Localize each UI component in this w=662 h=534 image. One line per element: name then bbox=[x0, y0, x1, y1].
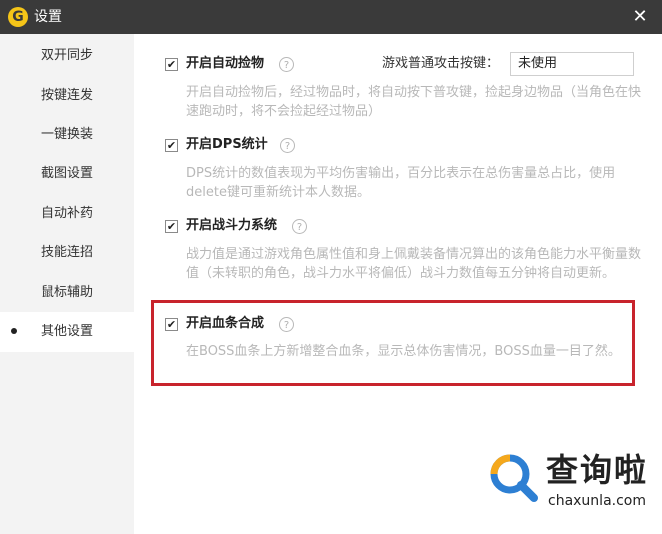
sidebar-item-label: 一键换装 bbox=[41, 127, 94, 142]
sidebar-item-label: 鼠标辅助 bbox=[41, 285, 94, 300]
combat-power-checkbox[interactable]: ✔ bbox=[165, 220, 178, 233]
window-title: 设置 bbox=[34, 9, 62, 25]
section-description: 开启自动捡物后，经过物品时，将自动按下普攻键，捡起身边物品（当角色在快速跑动时，… bbox=[186, 85, 642, 119]
section-description: 战力值是通过游戏角色属性值和身上佩戴装备情况算出的该角色能力水平衡量数值（未转职… bbox=[186, 247, 642, 281]
sidebar-item-screenshot[interactable]: 截图设置 bbox=[0, 154, 134, 193]
sidebar-item-dual-sync[interactable]: 双开同步 bbox=[0, 36, 134, 75]
attack-key-input[interactable]: 未使用 bbox=[510, 52, 634, 76]
section-title: 开启DPS统计 bbox=[186, 137, 268, 152]
active-dot-icon bbox=[11, 328, 17, 334]
watermark-logo: 查询啦 chaxunla.com bbox=[488, 448, 648, 518]
close-icon[interactable]: ✕ bbox=[630, 7, 650, 27]
highlight-box bbox=[151, 300, 635, 386]
help-icon[interactable]: ? bbox=[292, 219, 307, 234]
sidebar-item-label: 技能连招 bbox=[41, 245, 94, 260]
help-icon[interactable]: ? bbox=[280, 138, 295, 153]
sidebar: 双开同步 按键连发 一键换装 截图设置 自动补药 技能连招 鼠标辅助 其他设置 bbox=[0, 34, 134, 534]
sidebar-item-equip-swap[interactable]: 一键换装 bbox=[0, 115, 134, 154]
sidebar-item-label: 其他设置 bbox=[41, 324, 94, 339]
sidebar-item-auto-potion[interactable]: 自动补药 bbox=[0, 194, 134, 233]
watermark-text-cn: 查询啦 bbox=[546, 451, 649, 489]
help-icon[interactable]: ? bbox=[279, 57, 294, 72]
auto-pickup-checkbox[interactable]: ✔ bbox=[165, 58, 178, 71]
magnifier-logo-icon bbox=[490, 454, 538, 502]
sidebar-item-label: 截图设置 bbox=[41, 166, 94, 181]
dps-checkbox[interactable]: ✔ bbox=[165, 139, 178, 152]
attack-key-label: 游戏普通攻击按键： bbox=[382, 56, 500, 71]
sidebar-item-label: 双开同步 bbox=[41, 48, 94, 63]
title-bar: G 设置 ✕ bbox=[0, 0, 662, 34]
section-description: DPS统计的数值表现为平均伤害输出，百分比表示在总伤害量总占比，使用delete… bbox=[186, 166, 616, 200]
watermark-text-en: chaxunla.com bbox=[548, 493, 646, 509]
sidebar-item-key-repeat[interactable]: 按键连发 bbox=[0, 76, 134, 115]
sidebar-item-label: 按键连发 bbox=[41, 88, 94, 103]
section-title: 开启战斗力系统 bbox=[186, 218, 278, 233]
sidebar-item-mouse-assist[interactable]: 鼠标辅助 bbox=[0, 273, 134, 312]
sidebar-item-label: 自动补药 bbox=[41, 206, 94, 221]
section-title: 开启自动捡物 bbox=[186, 56, 265, 71]
sidebar-item-skill-combo[interactable]: 技能连招 bbox=[0, 233, 134, 272]
sidebar-item-other-settings[interactable]: 其他设置 bbox=[0, 312, 134, 352]
app-logo-icon: G bbox=[8, 7, 28, 27]
